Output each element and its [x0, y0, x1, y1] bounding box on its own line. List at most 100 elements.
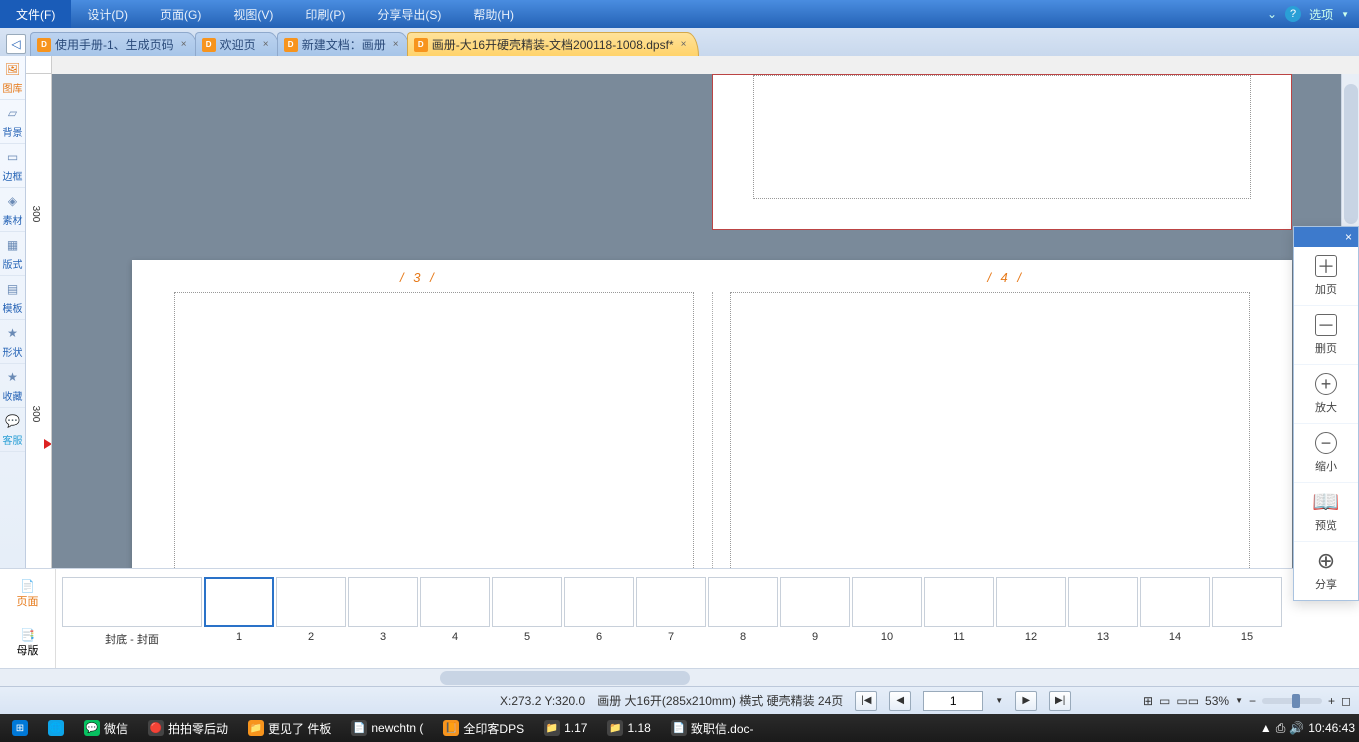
options-label[interactable]: 选项 [1309, 6, 1333, 23]
thumbnails-strip[interactable]: 封底 - 封面123456789101112131415 [56, 569, 1359, 668]
page-partial-top[interactable] [712, 74, 1292, 230]
page-thumbnail[interactable]: 5 [492, 577, 562, 643]
page-thumbnail[interactable]: 封底 - 封面 [62, 577, 202, 647]
workspace: 🖼图库▱背景▭边框◈素材▦版式▤模板★形状★收藏💬客服 -300-200-100… [0, 56, 1359, 568]
tray-icon[interactable]: ▲ [1260, 721, 1272, 735]
page-thumbnail[interactable]: 3 [348, 577, 418, 643]
tool-item[interactable]: 🖼图库 [0, 56, 25, 100]
taskbar-icon: 💬 [84, 720, 100, 736]
system-tray[interactable]: ▲ ⎙ 🔊 10:46:43 [1260, 721, 1355, 736]
back-button[interactable]: ◁ [6, 34, 26, 54]
tool-item[interactable]: ◈素材 [0, 188, 25, 232]
page-thumbnail[interactable]: 9 [780, 577, 850, 643]
page-thumbnail[interactable]: 13 [1068, 577, 1138, 643]
page-thumbnail[interactable]: 8 [708, 577, 778, 643]
close-icon[interactable]: × [390, 39, 402, 51]
menu-export[interactable]: 分享导出(S) [361, 6, 457, 23]
zoom-slider[interactable] [1262, 698, 1322, 704]
menu-design[interactable]: 设计(D) [71, 6, 144, 23]
help-icon[interactable]: ? [1285, 6, 1301, 22]
tabbar: ◁ D使用手册-1、生成页码×D欢迎页×D新建文档：画册×D画册-大16开硬壳精… [0, 28, 1359, 56]
horizontal-scrollbar[interactable] [0, 668, 1359, 686]
float-tool-放大[interactable]: +放大 [1294, 365, 1358, 424]
taskbar-item[interactable]: 📄致职信.doc- [663, 718, 762, 739]
document-tab[interactable]: D画册-大16开硬壳精装-文档200118-1008.dpsf*× [407, 32, 699, 56]
menu-file[interactable]: 文件(F) [0, 0, 71, 28]
nav-first-button[interactable]: |◀ [855, 691, 877, 711]
float-tool-分享[interactable]: ⊕分享 [1294, 542, 1358, 600]
page-thumbnail[interactable]: 12 [996, 577, 1066, 643]
chevron-down-icon[interactable]: ⌄ [1267, 7, 1277, 21]
taskbar-item[interactable]: 📄newchtn ( [343, 718, 431, 739]
float-tool-label: 加页 [1315, 281, 1337, 297]
zoom-in-icon[interactable]: + [1328, 694, 1335, 708]
nav-last-button[interactable]: ▶| [1049, 691, 1071, 711]
taskbar-item[interactable]: ⊞ [4, 718, 36, 739]
page-thumbnail[interactable]: 4 [420, 577, 490, 643]
close-icon[interactable]: × [678, 39, 690, 51]
tray-icon[interactable]: 🔊 [1289, 721, 1304, 735]
thumb-label: 10 [881, 631, 893, 643]
tool-item[interactable]: ▱背景 [0, 100, 25, 144]
taskbar-item[interactable]: 💬微信 [76, 718, 136, 739]
thumbs-mode-母版[interactable]: 📑母版 [0, 619, 55, 669]
taskbar-item[interactable]: 🔴拍拍零后动 [140, 718, 236, 739]
tool-label: 版式 [3, 256, 23, 271]
left-toolbar: 🖼图库▱背景▭边框◈素材▦版式▤模板★形状★收藏💬客服 [0, 56, 26, 568]
page-thumbnail[interactable]: 15 [1212, 577, 1282, 643]
taskbar-item[interactable]: 📁1.17 [536, 718, 595, 739]
zoom-fit-icon[interactable]: ◻ [1341, 694, 1351, 708]
close-icon[interactable]: × [178, 39, 190, 51]
menu-print[interactable]: 印刷(P) [289, 6, 361, 23]
document-tab[interactable]: D使用手册-1、生成页码× [30, 32, 199, 56]
page-thumbnail[interactable]: 7 [636, 577, 706, 643]
zoom-dropdown-icon[interactable]: ▼ [1235, 696, 1243, 705]
page-input[interactable] [923, 691, 983, 711]
thumb-label: 13 [1097, 631, 1109, 643]
page-thumbnail[interactable]: 1 [204, 577, 274, 643]
page-thumbnail[interactable]: 14 [1140, 577, 1210, 643]
taskbar-item[interactable]: 📁1.18 [599, 718, 658, 739]
tray-time[interactable]: 10:46:43 [1308, 721, 1355, 735]
panel-close-button[interactable]: × [1294, 227, 1358, 247]
taskbar-item[interactable]: 📁更见了 件板 [240, 718, 339, 739]
tool-item[interactable]: 💬客服 [0, 408, 25, 452]
page-thumbnail[interactable]: 11 [924, 577, 994, 643]
float-tool-icon: + [1315, 373, 1337, 395]
page-spread[interactable]: / 3 / / 4 / [132, 260, 1292, 568]
page-dropdown-icon[interactable]: ▼ [995, 696, 1003, 705]
menu-page[interactable]: 页面(G) [144, 6, 217, 23]
float-tool-label: 分享 [1315, 576, 1337, 592]
page-thumbnail[interactable]: 6 [564, 577, 634, 643]
page-thumbnail[interactable]: 10 [852, 577, 922, 643]
view-spread-icon[interactable]: ▭▭ [1176, 694, 1199, 708]
float-tool-加页[interactable]: ＋加页 [1294, 247, 1358, 306]
page-thumbnail[interactable]: 2 [276, 577, 346, 643]
float-tool-预览[interactable]: 📖预览 [1294, 483, 1358, 542]
float-tool-缩小[interactable]: −缩小 [1294, 424, 1358, 483]
tool-item[interactable]: ★收藏 [0, 364, 25, 408]
document-tab[interactable]: D新建文档：画册× [277, 32, 411, 56]
view-single-icon[interactable]: ▭ [1159, 694, 1170, 708]
document-tab[interactable]: D欢迎页× [195, 32, 281, 56]
dropdown-icon[interactable]: ▼ [1341, 10, 1349, 19]
tool-item[interactable]: ▭边框 [0, 144, 25, 188]
thumbs-mode-页面[interactable]: 📄页面 [0, 569, 55, 619]
tray-icon[interactable]: ⎙ [1276, 721, 1286, 736]
taskbar-item[interactable]: 🌐 [40, 718, 72, 739]
menu-view[interactable]: 视图(V) [217, 6, 289, 23]
nav-next-button[interactable]: ▶ [1015, 691, 1037, 711]
canvas-area[interactable]: / 3 / / 4 / [52, 74, 1359, 568]
nav-prev-button[interactable]: ◀ [889, 691, 911, 711]
tool-item[interactable]: ★形状 [0, 320, 25, 364]
float-tool-删页[interactable]: －删页 [1294, 306, 1358, 365]
view-mode-icon[interactable]: ⊞ [1143, 694, 1153, 708]
zoom-out-icon[interactable]: − [1249, 694, 1256, 708]
taskbar-item[interactable]: 📙全印客DPS [435, 718, 532, 739]
taskbar-label: 拍拍零后动 [168, 720, 228, 737]
tool-item[interactable]: ▤模板 [0, 276, 25, 320]
menu-help[interactable]: 帮助(H) [457, 6, 530, 23]
tool-item[interactable]: ▦版式 [0, 232, 25, 276]
close-icon[interactable]: × [260, 39, 272, 51]
ruler-vertical[interactable]: 300300 [26, 74, 52, 568]
